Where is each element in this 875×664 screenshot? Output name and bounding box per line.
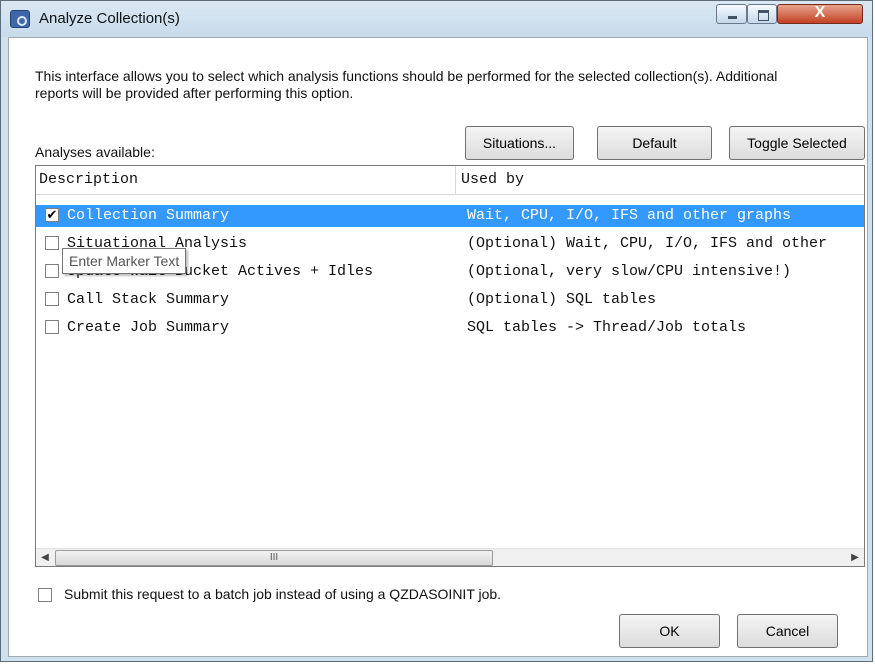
window-title: Analyze Collection(s) [39,10,180,27]
row-used-by: (Optional, very slow/CPU intensive!) [467,263,792,280]
row-description: Call Stack Summary [67,291,230,308]
dialog-client-area: This interface allows you to select whic… [8,37,868,657]
row-checkbox[interactable]: ✔ [45,208,59,222]
row-checkbox[interactable] [45,264,59,278]
row-checkbox[interactable] [45,292,59,306]
app-icon [10,10,30,28]
list-item[interactable]: Call Stack Summary (Optional) SQL tables [36,289,864,311]
cancel-button[interactable]: Cancel [737,614,838,648]
minimize-button[interactable] [716,4,747,24]
analyses-list[interactable]: Description Used by ✔ Collection Summary… [35,165,865,567]
row-used-by: Wait, CPU, I/O, IFS and other graphs [467,207,792,224]
analyses-available-label: Analyses available: [35,144,155,160]
list-header: Description Used by [36,166,864,195]
close-icon: X [814,4,826,21]
row-checkbox[interactable] [45,320,59,334]
row-description: Create Job Summary [67,319,230,336]
row-used-by: (Optional) Wait, CPU, I/O, IFS and other [467,235,828,252]
batch-job-label[interactable]: Submit this request to a batch job inste… [64,586,501,602]
default-button[interactable]: Default [597,126,712,160]
ok-button[interactable]: OK [619,614,720,648]
list-item[interactable]: ✔ Collection Summary Wait, CPU, I/O, IFS… [36,205,864,227]
tooltip: Enter Marker Text [62,248,187,274]
situations-button[interactable]: Situations... [465,126,574,160]
batch-job-checkbox[interactable] [38,588,52,602]
close-button[interactable]: X [777,4,863,24]
toggle-selected-button[interactable]: Toggle Selected [729,126,865,160]
scrollbar-thumb[interactable]: III [55,550,493,566]
list-item[interactable]: Create Job Summary SQL tables -> Thread/… [36,317,864,339]
row-used-by: SQL tables -> Thread/Job totals [467,319,747,336]
scroll-right-arrow-icon[interactable]: ▶ [846,549,864,566]
analyze-collection-window: Analyze Collection(s) X This interface a… [0,0,873,662]
horizontal-scrollbar[interactable]: ◀ III ▶ [36,548,864,566]
column-header-used-by[interactable]: Used by [458,166,864,194]
row-checkbox[interactable] [45,236,59,250]
row-description: Collection Summary [67,207,230,224]
grip-icon: III [269,552,279,563]
intro-text: This interface allows you to select whic… [35,68,778,101]
title-bar[interactable]: Analyze Collection(s) X [1,1,872,37]
column-header-description[interactable]: Description [36,166,456,194]
maximize-button[interactable] [747,4,777,24]
scroll-left-arrow-icon[interactable]: ◀ [36,549,54,566]
row-used-by: (Optional) SQL tables [467,291,657,308]
